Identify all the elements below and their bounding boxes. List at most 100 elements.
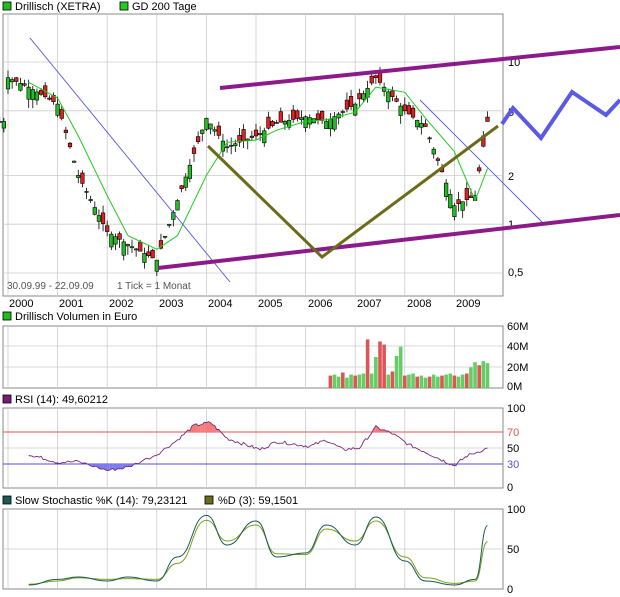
- volume-bar-24: [427, 376, 432, 388]
- x-tick-2008: 2008: [407, 298, 431, 310]
- candle-body-49: [200, 129, 205, 134]
- candle-body-67: [274, 122, 279, 124]
- rsi-under-37: [120, 464, 123, 469]
- candle-body-44: [179, 185, 184, 190]
- stock-chart: 10 5 2 1 0,5 Drillisch (XETRA) GD 200 Ta…: [0, 1, 620, 596]
- candle-body-32: [129, 246, 135, 249]
- volume-bar-35: [473, 362, 477, 388]
- candle-body-98: [402, 104, 407, 112]
- candle-body-24: [96, 215, 102, 222]
- volume-bar-34: [469, 367, 473, 388]
- legend-swatch-gd200: [119, 1, 129, 11]
- candle-body-27: [109, 233, 114, 248]
- candle-body-96: [394, 98, 399, 102]
- volume-bar-31: [456, 376, 461, 388]
- rsi-panel: RSI (14): 49,60212 100 70 50 30 0: [2, 394, 525, 494]
- candle-body-83: [340, 111, 345, 113]
- candle-body-0: [0, 121, 2, 123]
- x-tick-2007: 2007: [357, 298, 381, 310]
- legend-stoch-k: Slow Stochastic %K (14): 79,23121: [15, 495, 187, 507]
- candle-body-19: [76, 175, 81, 178]
- candle-body-62: [253, 129, 259, 137]
- candle-body-14: [55, 103, 60, 116]
- candle-body-68: [278, 111, 283, 123]
- candle-body-65: [266, 116, 271, 129]
- candle-body-86: [353, 103, 358, 116]
- rsi-under-30: [99, 464, 104, 469]
- candle-body-87: [357, 93, 362, 100]
- legend-drillisch: Drillisch (XETRA): [15, 1, 101, 13]
- candle-body-7: [26, 86, 31, 100]
- volume-bar-5: [349, 374, 353, 388]
- candle-body-72: [295, 110, 300, 119]
- candle-body-69: [282, 120, 288, 125]
- candle-body-116: [477, 167, 482, 172]
- volume-bar-4: [345, 377, 349, 388]
- x-tick-2006: 2006: [308, 298, 332, 310]
- volume-bar-13: [382, 344, 386, 388]
- legend-swatch-drillisch: [2, 1, 12, 11]
- candle-body-56: [229, 144, 234, 147]
- candle-body-59: [241, 129, 246, 141]
- volume-bar-26: [436, 376, 440, 388]
- x-axis-labels: 2000 2001 2002 2003 2004 2005 2006 2007 …: [9, 298, 480, 310]
- rsi-tick-30: 30: [507, 459, 519, 471]
- candle-body-21: [84, 191, 89, 193]
- volume-bar-17: [398, 346, 403, 388]
- rsi-under-32: [107, 464, 110, 471]
- y-tick-05: 0,5: [508, 267, 523, 279]
- legend-swatch-stoch-d: [204, 495, 214, 505]
- candle-body-94: [386, 91, 391, 103]
- volume-bar-27: [440, 375, 444, 388]
- rsi-tick-50: 50: [507, 443, 519, 455]
- candle-body-50: [204, 117, 209, 130]
- candle-body-106: [435, 158, 440, 161]
- stochastic-panel: Slow Stochastic %K (14): 79,23121 %D (3)…: [2, 495, 525, 596]
- candle-body-35: [142, 253, 147, 263]
- volume-bar-7: [357, 374, 362, 388]
- candle-body-6: [22, 83, 27, 86]
- candle-body-90: [369, 75, 374, 84]
- volume-bar-23: [423, 377, 428, 388]
- candle-body-53: [216, 125, 221, 136]
- volume-bar-32: [460, 374, 465, 388]
- candle-body-43: [175, 200, 180, 211]
- x-tick-2005: 2005: [258, 298, 282, 310]
- legend-gd200: GD 200 Tage: [132, 1, 197, 13]
- period-label: 30.09.99 - 22.09.09: [7, 281, 94, 292]
- rsi-over-64: [194, 423, 197, 432]
- volume-bar-0: [328, 375, 333, 388]
- candle-body-28: [113, 236, 118, 245]
- vol-tick-20M: 20M: [507, 362, 528, 374]
- rsi-tick-100: 100: [507, 403, 525, 415]
- rsi-under-36: [117, 464, 121, 469]
- candle-body-63: [258, 133, 263, 136]
- candle-body-95: [390, 90, 395, 97]
- volume-bar-20: [411, 373, 415, 388]
- rsi-over-71: [208, 421, 211, 432]
- y-tick-2: 2: [508, 171, 514, 183]
- volume-bar-3: [341, 372, 345, 388]
- candle-body-36: [146, 251, 151, 256]
- stoch-tick-100: 100: [507, 504, 525, 516]
- volume-bar-14: [386, 374, 391, 388]
- candle-body-40: [162, 235, 168, 238]
- volume-bar-33: [465, 373, 469, 388]
- volume-bar-2: [336, 376, 341, 388]
- candle-body-47: [191, 147, 197, 154]
- x-tick-2001: 2001: [59, 298, 83, 310]
- candle-body-52: [212, 129, 217, 132]
- candle-body-100: [410, 107, 416, 118]
- x-tick-2000: 2000: [9, 298, 33, 310]
- candle-body-15: [59, 109, 64, 119]
- candle-body-38: [154, 259, 159, 272]
- volume-bar-19: [407, 374, 411, 388]
- candle-body-23: [92, 207, 97, 215]
- vol-tick-40M: 40M: [507, 341, 528, 353]
- candle-body-41: [167, 224, 172, 226]
- candle-body-34: [138, 241, 143, 252]
- candle-body-20: [80, 172, 85, 184]
- candle-body-101: [415, 119, 420, 128]
- price-panel: 10 5 2 1 0,5 Drillisch (XETRA) GD 200 Ta…: [0, 1, 620, 310]
- candle-body-48: [196, 136, 201, 143]
